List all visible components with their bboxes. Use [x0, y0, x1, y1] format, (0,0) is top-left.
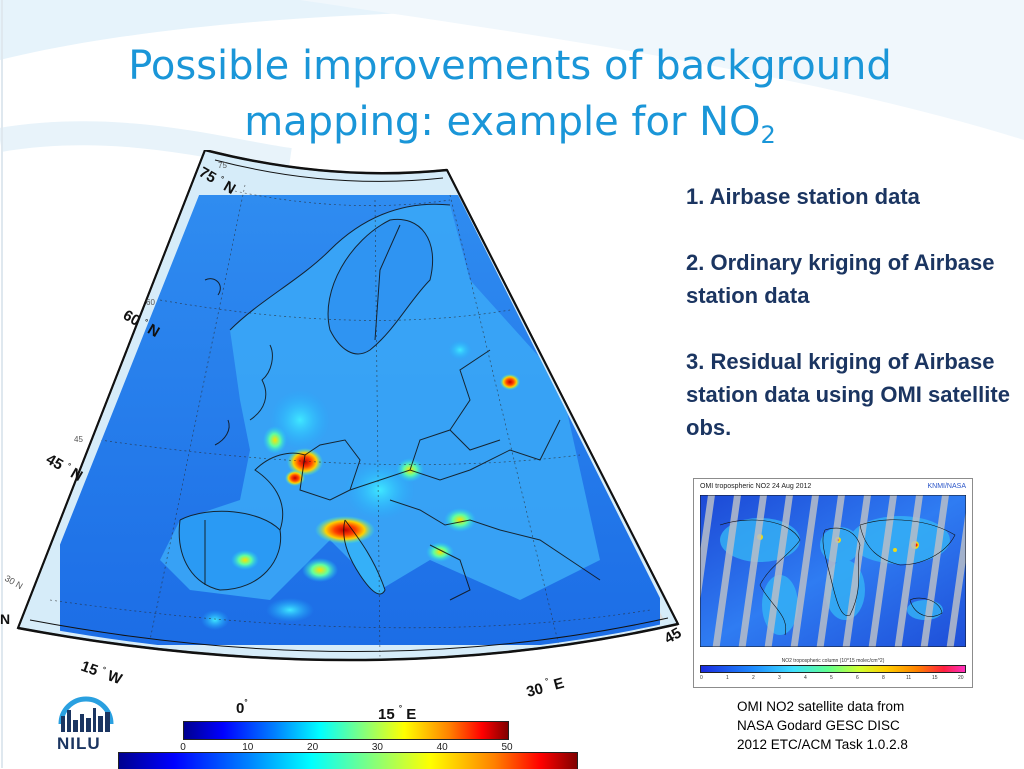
svg-text:30 N: 30 N	[3, 573, 24, 591]
lon-label-0: 0	[236, 700, 244, 717]
lon-label-30e: 30	[525, 680, 546, 701]
bullet-3: 3. Residual kriging of Airbase station d…	[686, 349, 1010, 440]
lat-label-60: 60	[120, 307, 143, 330]
svg-text:15 ° W: 15 ° W	[79, 658, 125, 689]
svg-text:45: 45	[74, 435, 83, 444]
sat-world-map	[700, 495, 966, 647]
svg-text:30 ° E: 30 ° E	[524, 673, 566, 701]
svg-text:N: N	[0, 611, 10, 627]
no2-map: 75 ° N 75 60 ° N 60 45 ° N 45 30 N N 15 …	[0, 150, 684, 723]
satellite-caption: OMI NO2 satellite data from NASA Godard …	[737, 697, 977, 754]
bullet-list: 1. Airbase station data 2. Ordinary krig…	[686, 180, 1016, 444]
secondary-colorbar	[118, 752, 578, 769]
caption-line-3: 2012 ETC/ACM Task 1.0.2.8	[737, 737, 908, 752]
title-subscript: 2	[760, 121, 776, 149]
nilu-logo-text: NILU	[57, 734, 101, 753]
hotspot-moscow	[500, 374, 520, 390]
sat-units: NO2 tropospheric column (10^15 molec/cm^…	[781, 658, 885, 664]
svg-text:60: 60	[146, 298, 155, 307]
svg-text:75: 75	[218, 161, 227, 170]
sat-colorbar	[700, 665, 966, 673]
slide-title: Possible improvements of background mapp…	[60, 38, 960, 150]
caption-line-1: OMI NO2 satellite data from	[737, 699, 905, 714]
sat-header: OMI tropospheric NO2 24 Aug 2012	[700, 483, 812, 490]
svg-text:45 ° N: 45 ° N	[43, 451, 85, 485]
title-text: Possible improvements of background mapp…	[128, 43, 892, 145]
bullet-2: 2. Ordinary kriging of Airbase station d…	[686, 250, 995, 308]
bullet-1: 1. Airbase station data	[686, 184, 920, 209]
lon-label-15w: 15	[79, 658, 100, 680]
lat-label-45: 45	[43, 451, 66, 474]
svg-text:0°: 0°	[236, 698, 248, 717]
sat-brand: KNMI/NASA	[927, 483, 966, 490]
concentration-colorbar	[183, 721, 509, 740]
omi-satellite-image: OMI tropospheric NO2 24 Aug 2012 KNMI/NA…	[693, 478, 973, 688]
caption-line-2: NASA Godard GESC DISC	[737, 718, 900, 733]
